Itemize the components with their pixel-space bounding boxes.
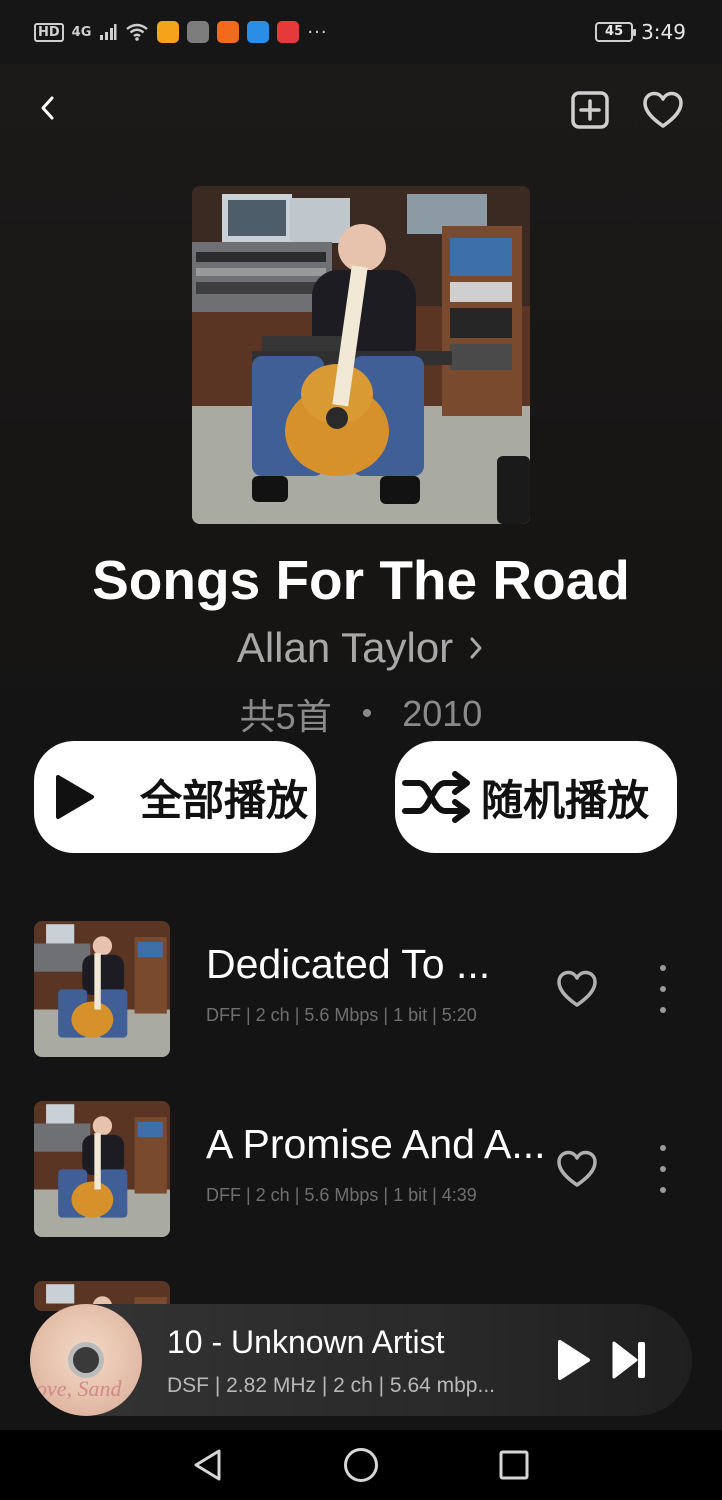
album-cover-image — [34, 921, 170, 1057]
play-icon — [56, 775, 94, 819]
battery-icon: 45 — [595, 22, 637, 42]
chevron-right-icon — [470, 637, 482, 659]
back-button[interactable] — [28, 88, 68, 128]
more-notifications-indicator: ··· — [307, 21, 328, 43]
app-notification-icon — [217, 21, 240, 43]
nav-recent-button[interactable] — [494, 1445, 534, 1485]
now-playing-disc[interactable]: ove, Sand — [30, 1304, 142, 1416]
now-playing-info: DSF | 2.82 MHz | 2 ch | 5.64 mbp... — [167, 1374, 495, 1397]
hd-badge: HD — [34, 22, 64, 42]
app-notification-icon — [157, 21, 180, 43]
mini-next-button[interactable] — [610, 1338, 650, 1382]
signal-label: 4G — [71, 24, 92, 40]
album-header: Songs For The Road Allan Taylor 共5首 • 20… — [0, 64, 722, 884]
track-row[interactable]: A Promise And A... DFF | 2 ch | 5.6 Mbps… — [0, 1101, 722, 1237]
nav-back-button[interactable] — [188, 1445, 228, 1485]
heart-icon — [643, 91, 683, 128]
heart-icon — [557, 1150, 597, 1187]
album-cover-image — [192, 186, 530, 524]
disc-hole — [68, 1342, 104, 1378]
meta-separator: • — [361, 697, 373, 730]
track-info: DFF | 2 ch | 5.6 Mbps | 1 bit | 4:39 — [206, 1185, 477, 1205]
artist-name: Allan Taylor — [236, 624, 454, 671]
more-vertical-icon — [660, 1145, 666, 1151]
track-thumbnail — [34, 1101, 170, 1237]
album-year: 2010 — [402, 693, 483, 734]
shuffle-button[interactable]: 随机播放 — [395, 741, 677, 853]
mini-play-button[interactable] — [554, 1338, 594, 1382]
chevron-left-icon — [41, 96, 54, 120]
track-favorite-button[interactable] — [554, 1147, 600, 1191]
track-count: 共5首 — [239, 696, 332, 737]
app-notification-icon — [247, 21, 270, 43]
track-more-button[interactable] — [650, 965, 676, 1013]
add-to-playlist-button[interactable] — [568, 88, 612, 132]
shuffle-icon — [402, 771, 470, 823]
disc-cover-text: ove, Sand — [36, 1376, 122, 1401]
play-all-button[interactable]: 全部播放 — [34, 741, 316, 853]
heart-icon — [557, 970, 597, 1007]
add-square-icon — [571, 91, 609, 129]
status-left: HD 4G ··· — [34, 21, 328, 43]
track-favorite-button[interactable] — [554, 967, 600, 1011]
track-title: A Promise And A... — [206, 1121, 546, 1167]
shuffle-label: 随机播放 — [481, 775, 650, 825]
track-more-button[interactable] — [650, 1145, 676, 1193]
skip-next-icon — [612, 1341, 645, 1379]
nav-home-button[interactable] — [341, 1445, 381, 1485]
favorite-album-button[interactable] — [640, 88, 686, 132]
status-right: 45 3:49 — [595, 20, 686, 44]
track-row[interactable]: Dedicated To ... DFF | 2 ch | 5.6 Mbps |… — [0, 921, 722, 1057]
app-notification-icon — [277, 21, 300, 43]
now-playing-title: 10 - Unknown Artist — [167, 1324, 445, 1360]
album-cover — [192, 186, 530, 524]
square-recent-icon — [499, 1450, 529, 1480]
track-thumbnail — [34, 921, 170, 1057]
wifi-icon — [126, 23, 149, 41]
circle-home-icon — [344, 1448, 378, 1482]
track-info: DFF | 2 ch | 5.6 Mbps | 1 bit | 5:20 — [206, 1005, 477, 1025]
signal-bars-icon — [100, 24, 117, 40]
app-notification-icon — [187, 21, 210, 43]
system-nav-bar — [0, 1430, 722, 1500]
track-title: Dedicated To ... — [206, 941, 491, 987]
triangle-back-icon — [194, 1449, 221, 1481]
status-bar: HD 4G ··· 45 3:49 — [0, 0, 722, 64]
album-title: Songs For The Road — [92, 549, 630, 611]
artist-link[interactable]: Allan Taylor — [0, 624, 722, 672]
album-cover-image — [34, 1101, 170, 1237]
play-all-label: 全部播放 — [140, 775, 309, 825]
album-meta: 共5首 • 2010 — [0, 688, 722, 740]
mini-player[interactable]: ove, Sand 10 - Unknown Artist DSF | 2.82… — [30, 1304, 692, 1416]
play-icon — [558, 1340, 590, 1380]
more-vertical-icon — [660, 965, 666, 971]
clock: 3:49 — [641, 20, 686, 44]
